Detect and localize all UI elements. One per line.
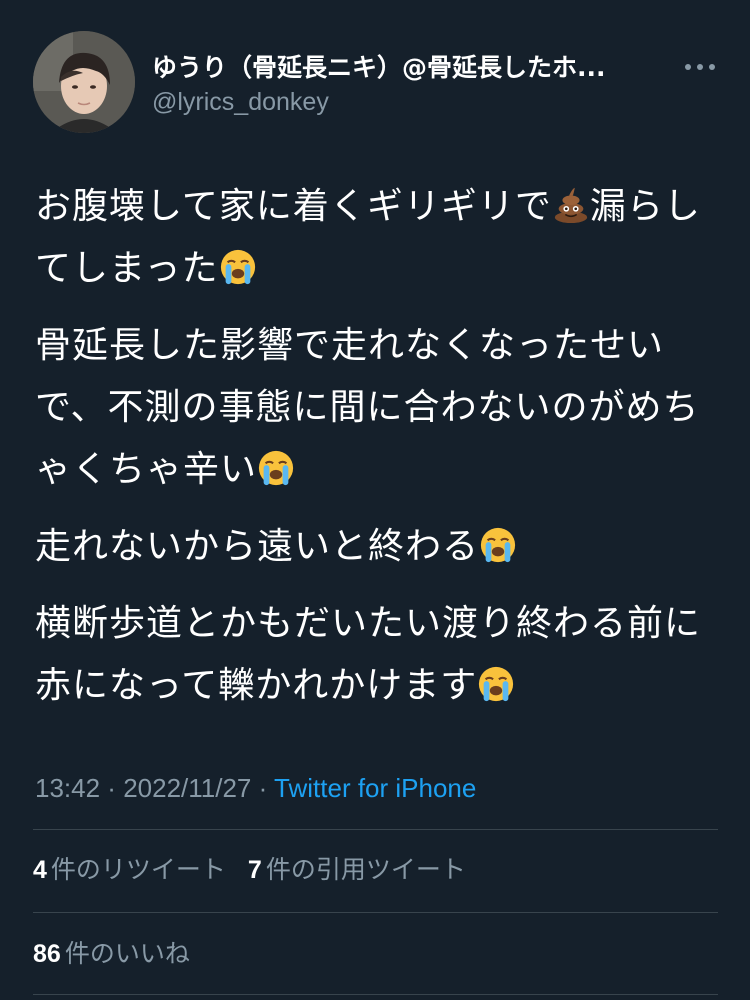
tweet-text: お腹壊して家に着くギリギリで 漏らしてしまった 骨延長した影響で走れなくなったせい… (35, 176, 715, 732)
quote-tweets-stat[interactable]: 7 件の引用ツイート (248, 852, 466, 888)
avatar[interactable] (33, 31, 135, 133)
like-stats-row: 86 件のいいね (33, 936, 212, 972)
author-display-name[interactable]: ゆうり（骨延長ニキ）@骨延長したホ... (152, 52, 672, 84)
tweet-source-link[interactable]: Twitter for iPhone (274, 773, 476, 803)
more-horizontal-icon[interactable] (682, 55, 718, 79)
meta-separator: · (251, 773, 275, 803)
divider (33, 994, 718, 995)
tweet-meta: 13:42 · 2022/11/27 · Twitter for iPhone (35, 770, 476, 806)
divider (33, 829, 718, 830)
quote-count: 7 (247, 856, 262, 884)
loudly-crying-face-emoji-icon (477, 665, 515, 703)
retweet-label: 件のリツイート (50, 855, 226, 884)
tweet-text-segment: 骨延長した影響で走れなくなったせいで、不測の事態に間に合わないのがめちゃくちゃ辛… (35, 325, 700, 490)
likes-stat[interactable]: 86 件のいいね (33, 936, 190, 972)
like-count: 86 (33, 940, 61, 968)
retweets-stat[interactable]: 4 件のリツイート (33, 852, 226, 888)
retweet-stats-row: 4 件のリツイート 7 件の引用ツイート (33, 852, 488, 888)
loudly-crying-face-emoji-icon (219, 248, 257, 286)
tweet-header: ゆうり（骨延長ニキ）@骨延長したホ... @lyrics_donkey (0, 0, 750, 150)
tweet-time[interactable]: 13:42 (35, 773, 100, 803)
tweet-text-segment: お腹壊して家に着くギリギリで (35, 186, 552, 227)
tweet-paragraph: 走れないから遠いと終わる (35, 516, 715, 578)
pile-of-poo-emoji-icon (552, 186, 590, 224)
tweet-paragraph: 横断歩道とかもだいたい渡り終わる前に赤になって轢かれかけます (35, 593, 715, 717)
avatar-image (33, 31, 135, 133)
tweet-paragraph: 骨延長した影響で走れなくなったせいで、不測の事態に間に合わないのがめちゃくちゃ辛… (35, 315, 715, 501)
loudly-crying-face-emoji-icon (479, 526, 517, 564)
tweet-text-segment: 走れないから遠いと終わる (35, 526, 480, 567)
quote-label: 件の引用ツイート (265, 855, 466, 884)
loudly-crying-face-emoji-icon (257, 449, 295, 487)
retweet-count: 4 (33, 856, 47, 884)
like-label: 件のいいね (64, 939, 190, 968)
meta-separator: · (100, 773, 124, 803)
divider (33, 912, 718, 913)
tweet-text-segment: 横断歩道とかもだいたい渡り終わる前に赤になって轢かれかけます (35, 603, 702, 706)
author-handle[interactable]: @lyrics_donkey (152, 86, 329, 118)
tweet-paragraph: お腹壊して家に着くギリギリで 漏らしてしまった (35, 176, 715, 300)
tweet-date[interactable]: 2022/11/27 (123, 773, 251, 803)
